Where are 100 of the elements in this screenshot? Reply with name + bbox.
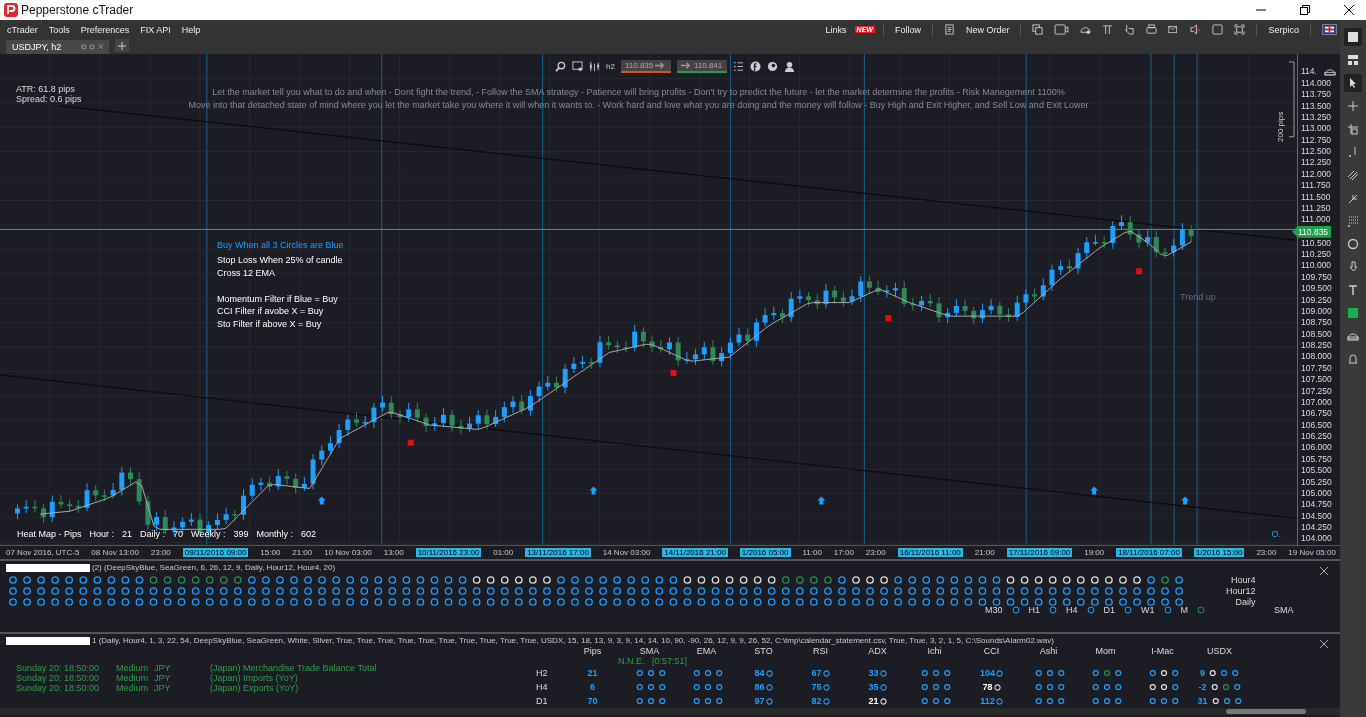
trend-label: Trend up: [1180, 292, 1216, 303]
signal-dots-icon: [636, 697, 666, 705]
zoom-icon[interactable]: [555, 61, 566, 73]
candles-icon[interactable]: [589, 61, 600, 73]
axis-label: 112.250: [1300, 157, 1333, 169]
menu-item[interactable]: Tools: [45, 24, 73, 35]
table-cell: 21: [587, 668, 598, 678]
signal-dots-icon: [636, 683, 666, 691]
circle-icon: [879, 697, 887, 705]
column-header: EMA: [695, 646, 718, 656]
signal-dots-icon: [1149, 683, 1179, 691]
news-event: (Japan) Exports (YoY): [210, 683, 299, 693]
window-icon[interactable]: [1344, 28, 1362, 46]
printer-icon[interactable]: [1146, 24, 1158, 36]
note-text: Cross 12 EMA: [217, 267, 277, 280]
axis-label: 104.750: [1300, 499, 1333, 511]
social-icon[interactable]: [749, 61, 761, 73]
legend-label: M30: [985, 605, 1003, 616]
table-cell: 21: [868, 696, 879, 706]
news-event: (Japan) Merchandise Trade Balance Total: [210, 663, 377, 673]
table-cell: 86: [754, 682, 765, 692]
axis-label: 104.500: [1300, 510, 1333, 522]
restore-icon[interactable]: [1300, 5, 1310, 15]
heat-map-label: Monthly :: [256, 529, 293, 540]
range-label: 200 pips: [1276, 112, 1285, 143]
circle-icon: [1124, 606, 1133, 615]
signal-dots-icon: [921, 683, 951, 691]
close-icon[interactable]: [1320, 567, 1328, 576]
heat-map-value: 602: [301, 529, 316, 540]
time-marker: 10/11/2016 23:00: [415, 547, 482, 557]
chart-tab[interactable]: USDJPY, h2: [6, 40, 110, 55]
cursor-icon[interactable]: [1344, 74, 1362, 92]
sell-button[interactable]: 110.835: [620, 60, 671, 74]
new-order-button[interactable]: New Order: [962, 24, 1013, 35]
flag-icon[interactable]: [1322, 24, 1337, 36]
row-label: H2: [536, 668, 549, 678]
legend-label: M: [1180, 605, 1189, 616]
camera-icon[interactable]: [1324, 67, 1336, 77]
circle-icon: [1197, 606, 1206, 615]
signal-dots-icon: [1035, 669, 1065, 677]
signal-dots-icon: [1210, 683, 1241, 691]
axis-label: 104.000: [1300, 533, 1333, 545]
user-name[interactable]: Serpico: [1265, 24, 1302, 35]
text-icon[interactable]: [1102, 24, 1114, 36]
person-icon[interactable]: [783, 61, 795, 73]
circle-icon: [765, 697, 773, 705]
square-icon[interactable]: [1212, 24, 1224, 36]
axis-label: 106.750: [1300, 408, 1333, 420]
fullscreen-icon[interactable]: [1234, 24, 1246, 36]
arrow-up-icon: [1090, 486, 1099, 495]
circle-icon: [1086, 606, 1095, 615]
indicator-header: (2) (DeepSkyBlue, SeaGreen, 6, 26, 12, 9, Daily, Hour12, Hour4, 20): [92, 563, 336, 573]
axis-label: 114.: [1300, 66, 1318, 78]
heat-map-value: 399: [233, 529, 249, 540]
video-icon[interactable]: [1054, 24, 1070, 36]
news-time: Sunday 20: 18:50:00: [15, 663, 101, 673]
axis-label: 108.000: [1300, 351, 1333, 363]
table-cell: 84: [754, 668, 765, 678]
axis-label: 111.750: [1300, 180, 1332, 192]
circle-icon: [822, 683, 830, 691]
table-cell: 9: [1200, 668, 1205, 678]
chart-settings-icon[interactable]: [572, 61, 583, 73]
windows-icon[interactable]: [1032, 24, 1044, 36]
circle-icon: [879, 669, 887, 677]
news-currency: JPY: [154, 673, 172, 683]
document-icon: [943, 24, 955, 36]
legend-label: H4: [1066, 605, 1078, 616]
table-cell: 97: [754, 696, 765, 706]
links-link[interactable]: Links: [822, 24, 850, 35]
close-icon[interactable]: [1320, 640, 1328, 648]
axis-label: 105.500: [1300, 465, 1333, 477]
time-marker: 16/11/2016 11:00: [897, 547, 963, 557]
arrow-up-icon: [817, 496, 826, 505]
signal-dots-icon: [921, 697, 951, 705]
signal-marker: [1136, 268, 1143, 275]
menu-item[interactable]: Preferences: [77, 24, 133, 35]
column-header: Ichi: [926, 646, 943, 656]
add-tab-button[interactable]: [115, 39, 130, 53]
horizontal-scrollbar[interactable]: [0, 708, 1340, 715]
tab-controls-icon[interactable]: [81, 43, 104, 52]
menu-item[interactable]: FIX API: [137, 24, 174, 35]
speaker-muted-icon[interactable]: [1190, 24, 1202, 36]
gauge-icon[interactable]: [1080, 24, 1092, 36]
menu-item[interactable]: Help: [178, 24, 204, 35]
follow-link[interactable]: Follow: [891, 24, 924, 35]
column-header: STO: [753, 646, 774, 656]
table-cell: 70: [587, 696, 598, 706]
axis-label: 105.750: [1300, 453, 1333, 466]
mail-icon[interactable]: [1168, 24, 1180, 36]
circle-icon: [1011, 606, 1020, 615]
menu-item[interactable]: cTrader: [4, 24, 41, 35]
axis-label: 107.750: [1300, 362, 1333, 375]
list-icon[interactable]: [732, 61, 744, 73]
time-label: 15:00: [260, 547, 281, 557]
legend-label: D1: [1103, 605, 1116, 616]
timeframe-label[interactable]: h2: [606, 62, 615, 72]
note-text: CCI Filter if avobe X = Buy: [217, 305, 325, 319]
axis-label: 106.500: [1300, 419, 1333, 431]
buy-button[interactable]: 110.841: [676, 60, 727, 74]
close-icon[interactable]: [1344, 5, 1354, 15]
